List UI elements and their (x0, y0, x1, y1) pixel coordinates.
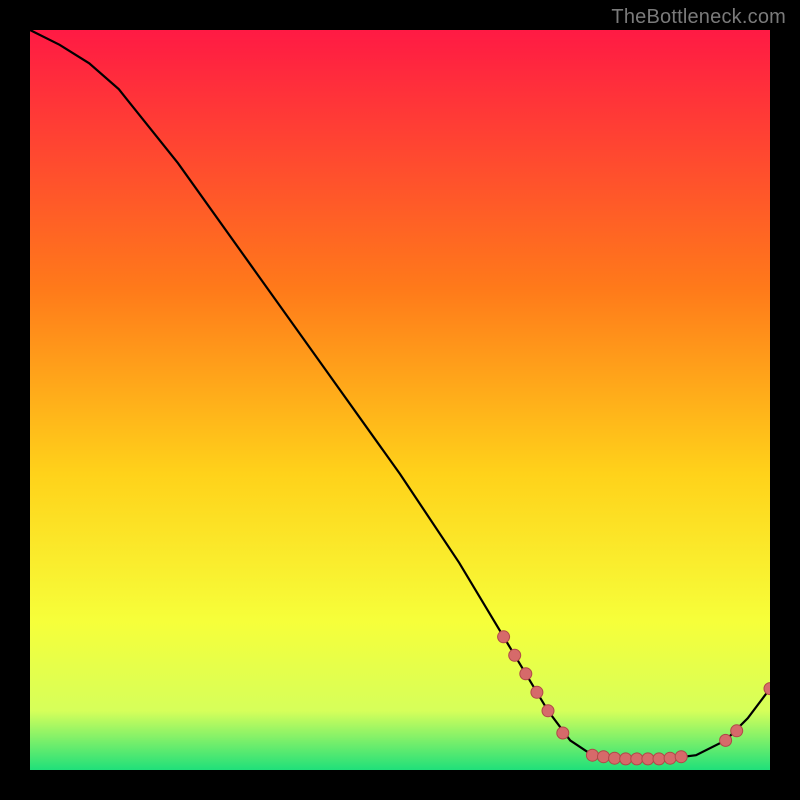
data-point (731, 725, 743, 737)
plot-area (30, 30, 770, 770)
data-point (509, 649, 521, 661)
data-point (542, 705, 554, 717)
data-point (586, 749, 598, 761)
data-point (609, 752, 621, 764)
data-point (720, 734, 732, 746)
data-point (557, 727, 569, 739)
chart-svg (30, 30, 770, 770)
chart-stage: TheBottleneck.com (0, 0, 800, 800)
data-point (631, 753, 643, 765)
data-point (531, 686, 543, 698)
data-point (675, 751, 687, 763)
data-point (598, 751, 610, 763)
data-point (498, 631, 510, 643)
data-point (664, 752, 676, 764)
data-point (653, 753, 665, 765)
data-point (620, 753, 632, 765)
watermark-text: TheBottleneck.com (611, 6, 786, 29)
data-point (642, 753, 654, 765)
data-point (520, 668, 532, 680)
gradient-background (30, 30, 770, 770)
